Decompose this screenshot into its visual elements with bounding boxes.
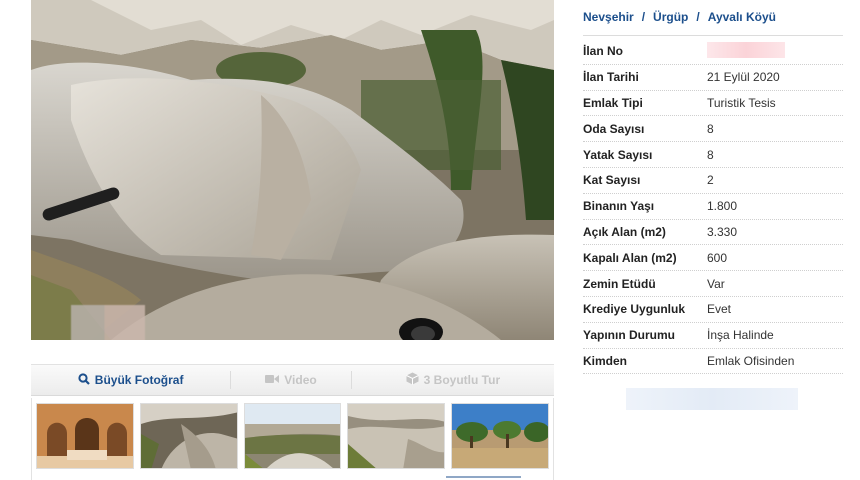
- detail-label: Oda Sayısı: [583, 121, 645, 136]
- detail-label: Krediye Uygunluk: [583, 302, 686, 317]
- detail-value: İnşa Halinde: [707, 328, 774, 343]
- detail-value: 3.330: [707, 224, 738, 239]
- large-photo-label: Büyük Fotoğraf: [94, 373, 184, 387]
- detail-value: 8: [707, 121, 714, 136]
- detail-row: Yatak Sayısı 8: [583, 142, 843, 168]
- detail-label: İlan No: [583, 44, 624, 59]
- detail-label: Yatak Sayısı: [583, 147, 653, 162]
- rock-landscape-image: [31, 0, 554, 340]
- thumbnail-valley-image: [244, 404, 341, 468]
- detail-label: Kapalı Alan (m2): [583, 250, 677, 265]
- thumbnail[interactable]: [36, 403, 134, 469]
- detail-value: 8: [707, 147, 714, 162]
- thumbnail[interactable]: [243, 403, 342, 469]
- detail-value: Turistik Tesis: [707, 95, 776, 110]
- detail-row: Zemin Etüdü Var: [583, 271, 843, 297]
- detail-value: Emlak Ofisinden: [707, 353, 795, 368]
- breadcrumb-link-district[interactable]: Ürgüp: [653, 10, 688, 24]
- detail-value: 1.800: [707, 199, 738, 214]
- detail-label: Kat Sayısı: [583, 173, 641, 188]
- detail-row: Kapalı Alan (m2) 600: [583, 245, 843, 272]
- tour-3d-button[interactable]: 3 Boyutlu Tur: [352, 365, 554, 395]
- detail-label: Binanın Yaşı: [583, 199, 655, 214]
- breadcrumb-link-province[interactable]: Nevşehir: [583, 10, 634, 24]
- detail-row: Oda Sayısı 8: [583, 116, 843, 143]
- detail-value: 600: [707, 250, 728, 265]
- detail-value-redacted: [707, 41, 785, 61]
- thumbnail-garden-image: [452, 404, 548, 468]
- redacted-listing-number: [707, 41, 785, 58]
- breadcrumb-separator: /: [641, 10, 646, 24]
- breadcrumb-link-village[interactable]: Ayvalı Köyü: [708, 10, 776, 24]
- detail-row: Emlak Tipi Turistik Tesis: [583, 91, 843, 117]
- detail-label: Zemin Etüdü: [583, 276, 656, 291]
- detail-row: Krediye Uygunluk Evet: [583, 297, 843, 323]
- detail-label: Açık Alan (m2): [583, 224, 666, 239]
- large-photo-button[interactable]: Büyük Fotoğraf: [31, 365, 230, 395]
- thumbnail-cave-interior-image: [37, 404, 133, 468]
- detail-row: Binanın Yaşı 1.800: [583, 194, 843, 220]
- main-listing-photo[interactable]: [31, 0, 554, 340]
- photo-tabs: Büyük Fotoğraf Video 3 Boyutlu Tur: [31, 364, 554, 396]
- thumbnail-hillside-image: [348, 404, 445, 468]
- pixelated-watermark: [71, 305, 145, 340]
- detail-value: 2: [707, 173, 714, 188]
- video-label: Video: [284, 373, 317, 387]
- thumbnail[interactable]: [347, 403, 446, 469]
- video-camera-icon: [265, 373, 280, 387]
- thumbnail[interactable]: [139, 403, 238, 469]
- detail-row: Yapının Durumu İnşa Halinde: [583, 323, 843, 349]
- detail-row-listing-no: İlan No: [583, 39, 843, 65]
- detail-row: İlan Tarihi 21 Eylül 2020: [583, 65, 843, 91]
- thumbnail-strip: [31, 398, 554, 480]
- breadcrumb-separator: /: [696, 10, 700, 24]
- breadcrumb-divider: [583, 35, 843, 36]
- detail-value: Evet: [707, 302, 732, 317]
- detail-label: İlan Tarihi: [583, 70, 639, 85]
- thumbnail-selected-indicator: [446, 476, 521, 478]
- breadcrumb: Nevşehir / Ürgüp / Ayvalı Köyü: [583, 10, 843, 24]
- detail-label: Emlak Tipi: [583, 95, 643, 110]
- detail-label: Kimden: [583, 353, 628, 368]
- search-icon: [78, 372, 90, 388]
- detail-row: Kat Sayısı 2: [583, 168, 843, 194]
- video-button[interactable]: Video: [231, 365, 351, 395]
- detail-label: Yapının Durumu: [583, 328, 676, 343]
- detail-row: Kimden Emlak Ofisinden: [583, 349, 843, 375]
- tour-3d-label: 3 Boyutlu Tur: [423, 373, 501, 387]
- thumbnail-rocks-image: [140, 404, 237, 468]
- detail-value: Var: [707, 276, 725, 291]
- detail-value: 21 Eylül 2020: [707, 70, 780, 85]
- redacted-contact-block: [626, 388, 798, 410]
- cube-icon: [405, 372, 419, 388]
- listing-details-table: İlan No İlan Tarihi 21 Eylül 2020 Emlak …: [583, 39, 843, 375]
- thumbnail[interactable]: [451, 403, 549, 469]
- detail-row: Açık Alan (m2) 3.330: [583, 220, 843, 246]
